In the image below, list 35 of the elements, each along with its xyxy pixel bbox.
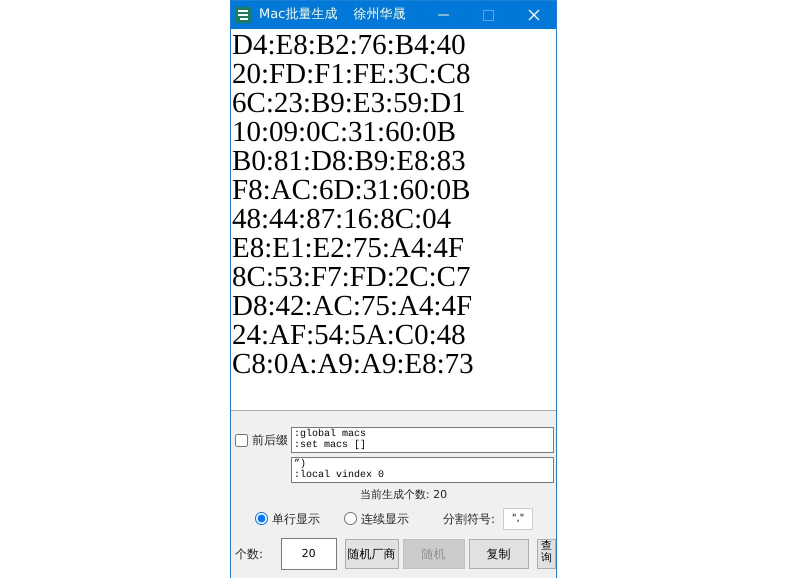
display-mode-radio[interactable] bbox=[344, 512, 357, 525]
suffix-field[interactable]: ”) :local vindex 0 bbox=[291, 457, 554, 483]
count-status: 当前生成个数: 20 bbox=[360, 488, 448, 501]
query-button[interactable]: 查询 bbox=[536, 538, 556, 568]
separator-field[interactable]: "," bbox=[503, 508, 534, 530]
display-mode-label[interactable]: 单行显示 bbox=[272, 510, 320, 528]
minimize-icon bbox=[438, 14, 449, 16]
output-area[interactable] bbox=[231, 29, 556, 411]
mac-address-line: 48:44:87:16:8C:04 bbox=[232, 205, 452, 234]
action-button[interactable]: 随机厂商 bbox=[344, 538, 399, 568]
mac-address-line: C8:0A:A9:A9:E8:73 bbox=[232, 350, 475, 379]
action-button[interactable]: 复制 bbox=[468, 538, 529, 568]
mac-address-line: 8C:53:F7:FD:2C:C7 bbox=[232, 263, 472, 292]
mac-address-line: 10:09:0C:31:60:0B bbox=[232, 118, 457, 147]
app-icon bbox=[235, 7, 251, 23]
mac-address-line: 20:FD:F1:FE:3C:C8 bbox=[232, 60, 472, 89]
window-title: Mac批量生成 bbox=[259, 6, 338, 24]
mac-address-line: B0:81:D8:B9:E8:83 bbox=[232, 147, 467, 176]
mac-address-line: F8:AC:6D:31:60:0B bbox=[232, 176, 472, 205]
display-mode-label[interactable]: 连续显示 bbox=[361, 510, 409, 528]
window-subtitle: 徐州华晟 bbox=[353, 6, 406, 24]
display-mode-radio[interactable] bbox=[255, 512, 268, 525]
mac-address-line: E8:E1:E2:75:A4:4F bbox=[232, 234, 465, 263]
count-label: 个数: bbox=[235, 546, 264, 562]
mac-address-line: 6C:23:B9:E3:59:D1 bbox=[232, 89, 467, 118]
affix-checkbox[interactable] bbox=[235, 434, 248, 446]
mac-address-line: D4:E8:B2:76:B4:40 bbox=[232, 31, 467, 60]
maximize-icon bbox=[483, 10, 494, 20]
affix-label[interactable]: 前后缀 bbox=[252, 431, 288, 449]
count-field[interactable]: 20 bbox=[280, 538, 337, 570]
close-icon bbox=[528, 9, 540, 21]
prefix-field[interactable]: :global macs :set macs [] bbox=[291, 427, 554, 453]
separator-label: 分割符号: bbox=[443, 510, 496, 528]
mac-address-line: D8:42:AC:75:A4:4F bbox=[232, 292, 474, 321]
mac-address-line: 24:AF:54:5A:C0:48 bbox=[232, 321, 467, 350]
